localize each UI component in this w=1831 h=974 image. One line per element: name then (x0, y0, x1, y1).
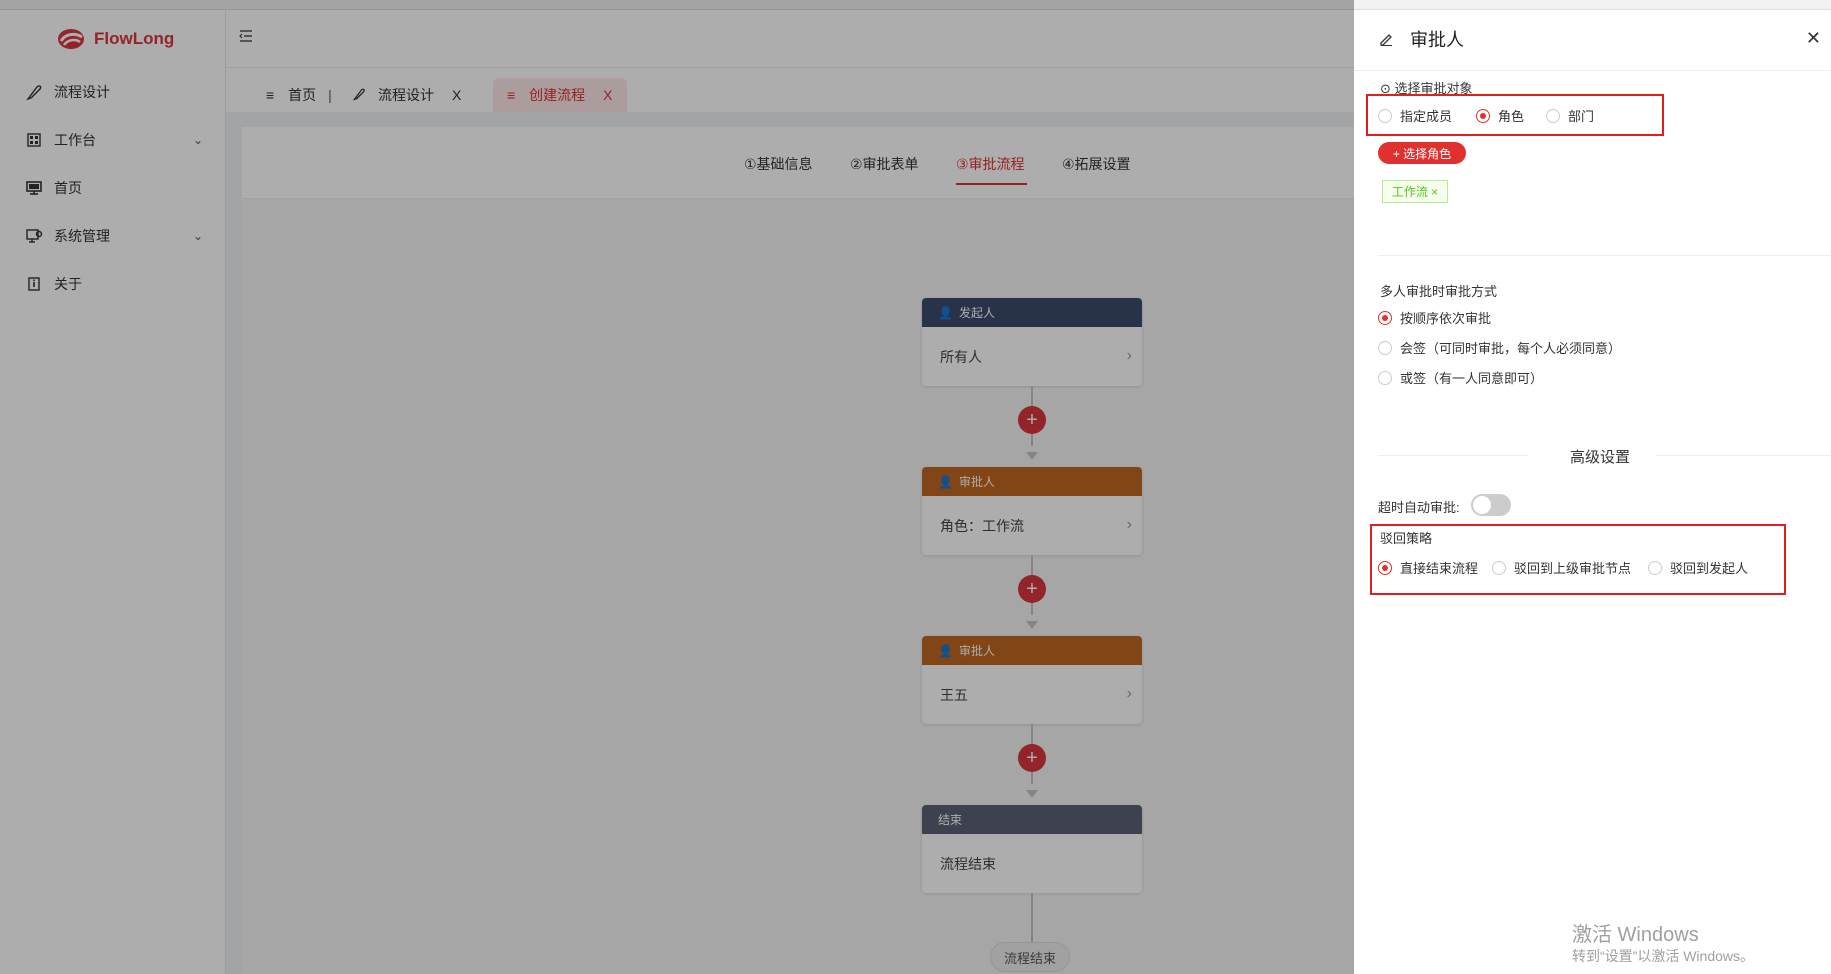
radio-target-dept[interactable]: 部门 (1546, 106, 1594, 125)
radio-label: 驳回到发起人 (1670, 561, 1749, 576)
windows-activation-watermark: 激活 Windows (1572, 924, 1699, 946)
radio-dot (1648, 560, 1662, 575)
radio-dot (1378, 310, 1392, 325)
radio-multi-sequential[interactable]: 按顺序依次审批 (1378, 308, 1491, 327)
radio-multi-countersign[interactable]: 会签（可同时审批，每个人必须同意） (1378, 338, 1621, 357)
divider (1656, 455, 1831, 456)
reject-strategy-label: 驳回策略 (1380, 531, 1433, 546)
radio-dot (1378, 340, 1392, 355)
radio-label: 角色 (1498, 109, 1525, 124)
radio-reject-previous[interactable]: 驳回到上级审批节点 (1492, 558, 1631, 577)
radio-dot (1476, 108, 1490, 123)
radio-reject-initiator[interactable]: 驳回到发起人 (1648, 558, 1748, 577)
radio-label: 直接结束流程 (1400, 561, 1479, 576)
advanced-settings-title: 高级设置 (1570, 449, 1631, 466)
divider (1378, 255, 1831, 256)
windows-activation-subtext: 转到“设置”以激活 Windows。 (1572, 948, 1755, 964)
radio-target-member[interactable]: 指定成员 (1378, 106, 1452, 125)
radio-dot (1378, 370, 1392, 385)
role-tag-workflow[interactable]: 工作流 × (1382, 180, 1448, 203)
select-role-button[interactable]: + 选择角色 (1378, 142, 1466, 164)
radio-dot (1378, 560, 1392, 575)
radio-dot (1546, 108, 1560, 123)
close-icon[interactable]: ✕ (1806, 28, 1821, 49)
radio-label: 驳回到上级审批节点 (1514, 561, 1632, 576)
multi-approval-label: 多人审批时审批方式 (1380, 284, 1498, 299)
radio-label: 会签（可同时审批，每个人必须同意） (1400, 341, 1622, 356)
radio-dot (1378, 108, 1392, 123)
radio-multi-or-sign[interactable]: 或签（有一人同意即可） (1378, 368, 1543, 387)
edit-icon (1378, 30, 1394, 49)
drawer-title: 审批人 (1410, 30, 1464, 50)
radio-target-role[interactable]: 角色 (1476, 106, 1524, 125)
divider (1378, 455, 1528, 456)
timeout-auto-label: 超时自动审批: (1378, 500, 1460, 515)
radio-label: 指定成员 (1400, 109, 1453, 124)
radio-reject-end[interactable]: 直接结束流程 (1378, 558, 1478, 577)
drawer-mask[interactable] (0, 0, 1354, 974)
radio-label: 按顺序依次审批 (1400, 311, 1492, 326)
radio-label: 部门 (1568, 109, 1595, 124)
timeout-toggle[interactable] (1471, 494, 1511, 516)
divider (1354, 70, 1831, 71)
radio-dot (1492, 560, 1506, 575)
radio-label: 或签（有一人同意即可） (1400, 371, 1544, 386)
